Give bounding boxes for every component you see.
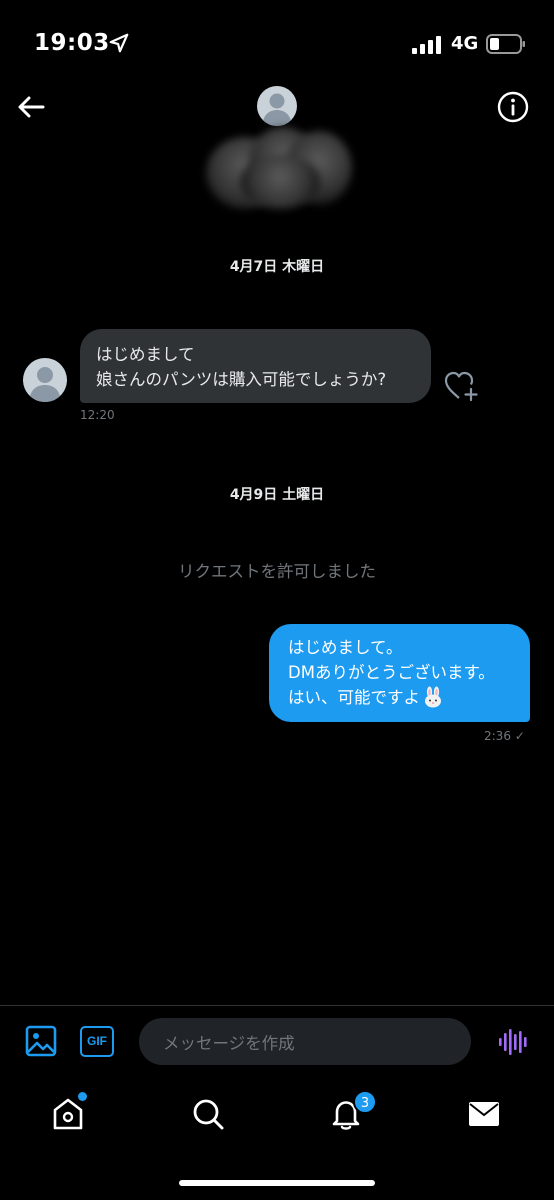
message-line: DMありがとうございます。 [288,663,495,682]
request-accepted-notice: リクエストを許可しました [178,562,376,581]
info-icon[interactable] [496,90,530,124]
signal-strength-icon [412,36,441,54]
message-text: はい、可能ですよ [288,688,420,707]
message-line: はじめまして [96,345,195,364]
rabbit-emoji-icon [425,686,441,708]
status-time: 19:03 [34,30,110,56]
home-icon[interactable] [50,1096,86,1132]
messages-mail-icon[interactable] [466,1096,502,1132]
default-avatar-icon [262,93,292,126]
sender-avatar[interactable] [23,358,67,402]
home-notification-dot [78,1092,87,1101]
default-avatar-icon [29,367,61,402]
message-input[interactable]: メッセージを作成 [139,1018,471,1065]
home-indicator[interactable] [179,1180,375,1186]
battery-icon [486,34,525,54]
outgoing-message-bubble[interactable]: はじめまして。 DMありがとうございます。 はい、可能ですよ [269,624,530,722]
message-timestamp: 12:20 [80,408,115,422]
date-separator: 4月7日 木曜日 [229,259,325,275]
date-separator: 4月9日 土曜日 [229,487,325,503]
incoming-message-bubble[interactable]: はじめまして 娘さんのパンツは購入可能でしょうか? [80,329,431,403]
message-line: はい、可能ですよ [288,685,530,710]
notifications-count-badge: 3 [353,1090,377,1114]
composer-divider [0,1005,554,1006]
location-arrow-icon [109,33,129,53]
network-type: 4G [451,33,479,54]
message-line: はじめまして。 [288,638,403,657]
blurred-display-name [200,125,355,213]
heart-plus-icon[interactable] [443,369,479,403]
search-icon[interactable] [190,1096,226,1132]
image-icon[interactable] [24,1024,58,1058]
gif-button[interactable]: GIF [80,1026,114,1057]
message-line: 娘さんのパンツは購入可能でしょうか? [96,370,387,389]
back-arrow-icon[interactable] [16,92,46,122]
message-timestamp-read: 2:36 ✓ [484,729,525,743]
voice-message-icon[interactable] [498,1027,528,1057]
conversation-avatar[interactable] [257,86,297,126]
